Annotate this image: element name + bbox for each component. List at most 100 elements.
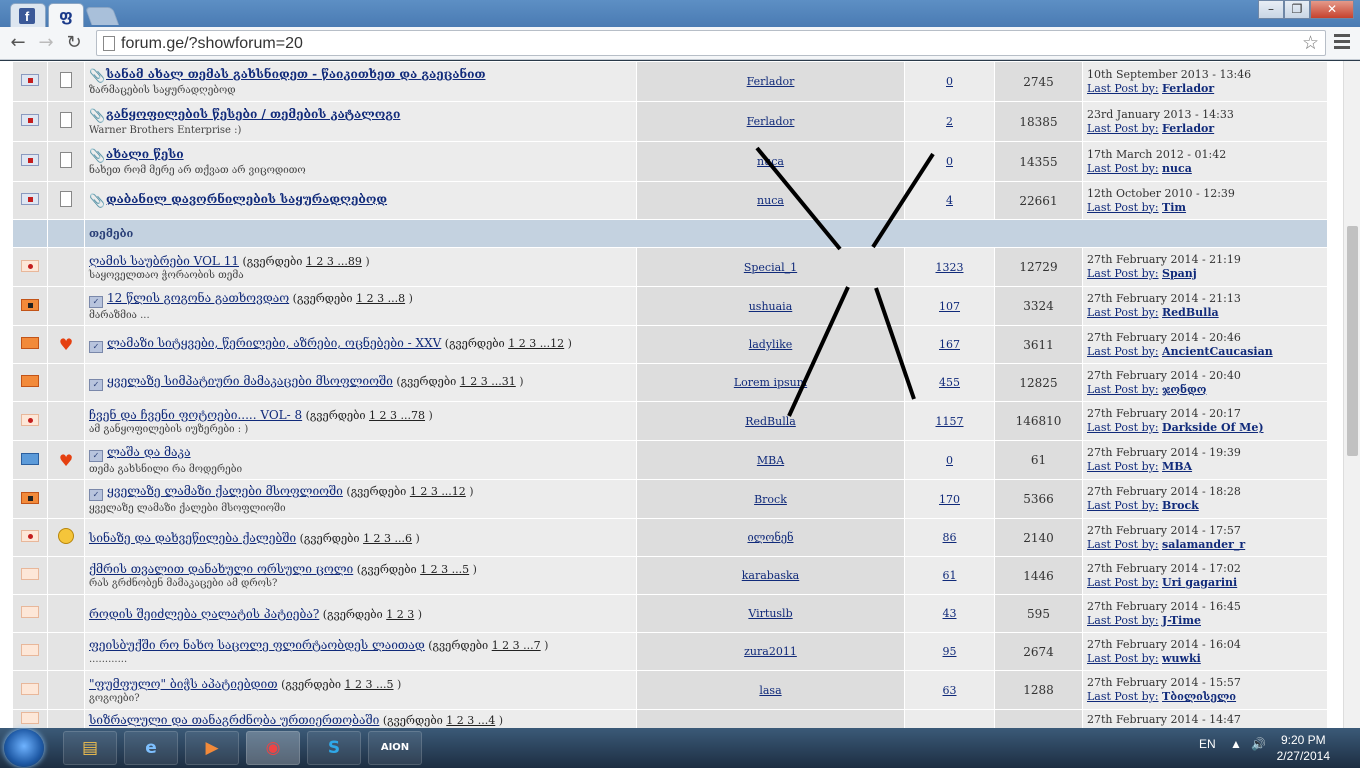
author-link[interactable]: Ferlador [747,75,795,88]
replies-link[interactable]: 2 [946,115,953,128]
back-button[interactable]: ← [6,32,30,54]
url-text[interactable]: forum.ge/?showforum=20 [121,35,303,53]
author-link[interactable]: ილონენ [747,531,793,544]
replies-link[interactable]: 0 [946,155,953,168]
last-post-user[interactable]: ჯონდო [1162,383,1206,396]
replies-link[interactable]: 0 [946,75,953,88]
replies-link[interactable]: 167 [939,338,960,351]
bookmark-star-icon[interactable]: ☆ [1302,32,1319,54]
topic-title-link[interactable]: ქმრის თვალით დანახული ორსული ცოლი [89,562,353,576]
author-link[interactable]: ladylike [749,338,793,351]
last-post-user[interactable]: Ferlador [1162,82,1214,95]
replies-link[interactable]: 63 [943,684,957,697]
replies-link[interactable]: 61 [943,569,957,582]
topic-title-link[interactable]: ლაშა და მაკა [107,445,191,459]
chrome-menu-icon[interactable] [1334,34,1350,52]
last-post-user[interactable]: AncientCaucasian [1162,345,1273,358]
author-link[interactable]: nuca [757,194,784,207]
page-links[interactable]: 1 2 3 ...5 [345,678,394,691]
tab-facebook[interactable]: f [10,3,46,27]
replies-link[interactable]: 1157 [936,415,964,428]
topic-title-link[interactable]: სინაზე და დახვეწილება ქალებში [89,531,296,545]
last-post-user[interactable]: Uri gagarini [1162,576,1237,589]
address-bar[interactable]: forum.ge/?showforum=20 ☆ [96,30,1326,56]
author-link[interactable]: Virtuslb [748,607,792,620]
last-post-label[interactable]: Last Post by: [1087,690,1159,703]
last-post-user[interactable]: nuca [1162,162,1192,175]
topic-title-link[interactable]: ღამის საუბრები VOL 11 [89,254,239,268]
page-links[interactable]: 1 2 3 ...4 [446,714,495,727]
topic-title-link[interactable]: ჩვენ და ჩვენი ფოტოები..... VOL- 8 [89,408,302,422]
new-tab-button[interactable] [84,7,120,25]
replies-link[interactable]: 170 [939,493,960,506]
author-link[interactable]: nuca [757,155,784,168]
last-post-label[interactable]: Last Post by: [1087,201,1159,214]
page-links[interactable]: 1 2 3 [386,608,414,621]
tab-forum-ge[interactable]: ფ [48,3,84,27]
last-post-user[interactable]: MBA [1162,460,1192,473]
topic-title-link[interactable]: 12 წლის გოგონა გათხოვდაო [107,291,289,305]
author-link[interactable]: karabaska [742,569,800,582]
last-post-label[interactable]: Last Post by: [1087,614,1159,627]
aion-icon[interactable]: AION [368,731,422,765]
author-link[interactable]: ushuaia [749,300,793,313]
author-link[interactable]: Special_1 [744,261,797,274]
page-links[interactable]: 1 2 3 ...12 [508,337,564,350]
last-post-label[interactable]: Last Post by: [1087,652,1159,665]
last-post-label[interactable]: Last Post by: [1087,538,1159,551]
topic-title-link[interactable]: სანამ ახალ თემას გახსნიდეთ - წაიკითხეთ დ… [106,67,486,81]
author-link[interactable]: Brock [754,493,787,506]
last-post-user[interactable]: salamander_r [1162,538,1245,551]
close-window-button[interactable]: ✕ [1310,0,1354,19]
last-post-label[interactable]: Last Post by: [1087,306,1159,319]
last-post-user[interactable]: J-Time [1162,614,1201,627]
last-post-label[interactable]: Last Post by: [1087,267,1159,280]
last-post-label[interactable]: Last Post by: [1087,122,1159,135]
last-post-user[interactable]: Tim [1162,201,1186,214]
show-hidden-icons-icon[interactable]: ▲ [1230,737,1242,751]
page-links[interactable]: 1 2 3 ...6 [363,532,412,545]
author-link[interactable]: RedBulla [745,415,796,428]
last-post-user[interactable]: Spanj [1162,267,1197,280]
skype-icon[interactable]: S [307,731,361,765]
topic-title-link[interactable]: ფეისბუქში რო ნახო საცოლე ფლირტაობდეს ლაი… [89,638,425,652]
topic-title-link[interactable]: სიზრალული და თანაგრძნობა ურთიერთობაში [89,713,379,727]
last-post-label[interactable]: Last Post by: [1087,460,1159,473]
internet-explorer-icon[interactable]: e [124,731,178,765]
chrome-icon[interactable]: ◉ [246,731,300,765]
scrollbar-thumb[interactable] [1347,226,1358,456]
last-post-user[interactable]: Darkside Of Me) [1162,421,1264,434]
replies-link[interactable]: 455 [939,376,960,389]
replies-link[interactable]: 86 [943,531,957,544]
language-indicator[interactable]: EN [1199,737,1216,751]
replies-link[interactable]: 107 [939,300,960,313]
minimize-button[interactable]: – [1258,0,1284,19]
last-post-user[interactable]: RedBulla [1162,306,1219,319]
topic-title-link[interactable]: განყოფილების წესები / თემების კატალოგი [106,107,400,121]
last-post-label[interactable]: Last Post by: [1087,82,1159,95]
last-post-user[interactable]: Tბილისელი [1162,690,1236,703]
file-explorer-icon[interactable]: ▤ [63,731,117,765]
author-link[interactable]: MBA [757,454,784,467]
page-links[interactable]: 1 2 3 ...7 [492,639,541,652]
author-link[interactable]: zura2011 [744,645,797,658]
author-link[interactable]: lasa [759,684,781,697]
page-links[interactable]: 1 2 3 ...31 [460,375,516,388]
page-links[interactable]: 1 2 3 ...78 [369,409,425,422]
page-links[interactable]: 1 2 3 ...8 [356,292,405,305]
media-player-icon[interactable]: ▶ [185,731,239,765]
reload-button[interactable]: ↻ [62,32,86,54]
volume-icon[interactable]: 🔊 [1251,737,1266,751]
last-post-label[interactable]: Last Post by: [1087,499,1159,512]
last-post-label[interactable]: Last Post by: [1087,576,1159,589]
topic-title-link[interactable]: "ფუმფულო" ბიჭს აპატიებდით [89,677,278,691]
topic-title-link[interactable]: ლამაზი სიტყვები, წერილები, აზრები, ოცნებ… [107,336,441,350]
replies-link[interactable]: 43 [943,607,957,620]
replies-link[interactable]: 0 [946,454,953,467]
replies-link[interactable]: 95 [943,645,957,658]
last-post-label[interactable]: Last Post by: [1087,383,1159,396]
last-post-user[interactable]: Ferlador [1162,122,1214,135]
topic-title-link[interactable]: დაბანილ დავორნილების საყურადღებოდ [106,192,387,206]
topic-title-link[interactable]: ყველაზე ლამაზი ქალები მსოფლიოში [107,484,343,498]
page-links[interactable]: 1 2 3 ...12 [410,485,466,498]
